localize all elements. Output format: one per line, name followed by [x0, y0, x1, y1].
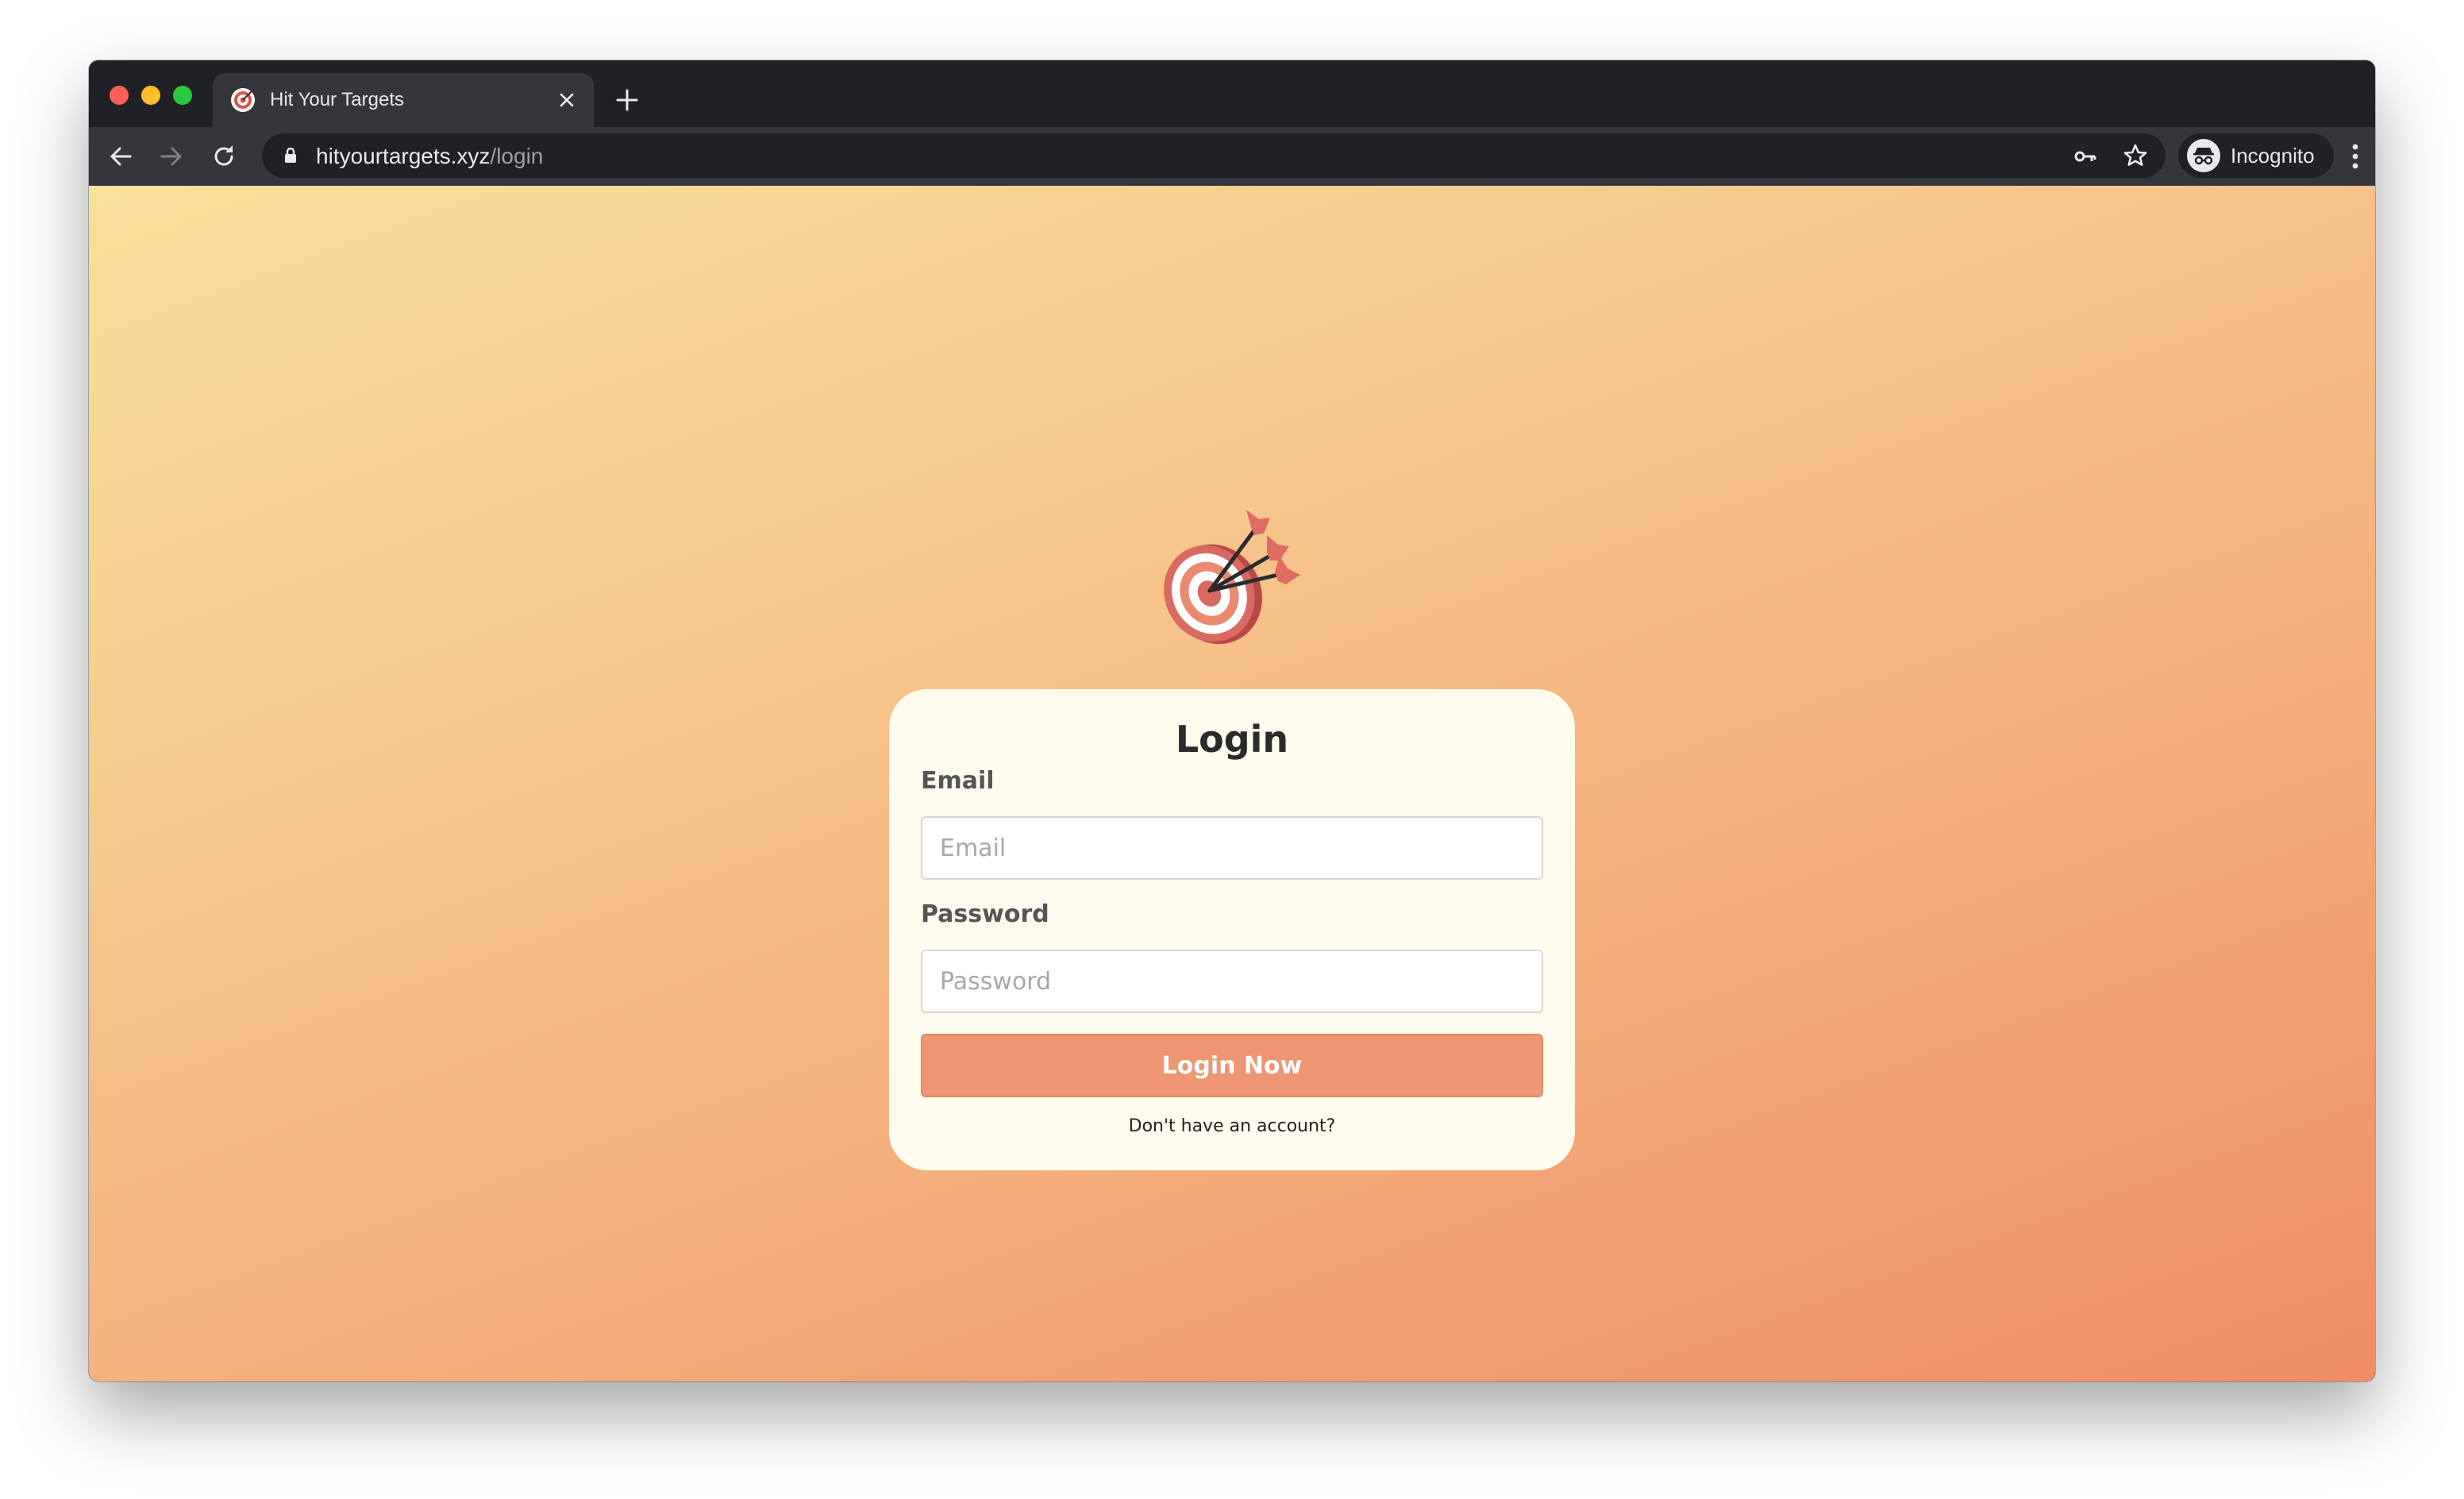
kebab-menu-icon[interactable]: [2350, 141, 2361, 171]
incognito-profile-button[interactable]: Incognito: [2178, 133, 2334, 178]
browser-window: Hit Your Targets hityourtargets.xyz/logi…: [89, 60, 2375, 1381]
star-icon[interactable]: [2121, 141, 2150, 170]
login-card: Login Email Password Login Now Don't hav…: [889, 689, 1575, 1170]
url-text[interactable]: hityourtargets.xyz/login: [316, 145, 543, 168]
tab-active[interactable]: Hit Your Targets: [213, 73, 594, 127]
arrow-right-icon[interactable]: [156, 141, 187, 172]
profile-label: Incognito: [2231, 144, 2315, 168]
target-with-arrows-icon: [1164, 510, 1300, 645]
arrow-left-icon[interactable]: [105, 141, 137, 172]
password-label: Password: [921, 900, 1049, 928]
close-window-button[interactable]: [110, 86, 129, 105]
incognito-icon: [2187, 139, 2220, 172]
url-path: /login: [490, 144, 544, 168]
url-domain: hityourtargets.xyz: [316, 144, 491, 168]
login-button[interactable]: Login Now: [921, 1034, 1543, 1097]
email-label: Email: [921, 767, 995, 795]
browser-toolbar: hityourtargets.xyz/login Incognito: [89, 127, 2375, 186]
maximize-window-button[interactable]: [173, 86, 192, 105]
close-icon[interactable]: [554, 87, 579, 113]
plus-icon[interactable]: [613, 86, 641, 114]
key-icon[interactable]: [2072, 143, 2099, 170]
lock-icon[interactable]: [279, 145, 302, 167]
password-field[interactable]: [921, 950, 1543, 1013]
signup-link[interactable]: Don't have an account?: [889, 1116, 1575, 1136]
tab-strip: Hit Your Targets: [89, 60, 2375, 127]
page-viewport: Login Email Password Login Now Don't hav…: [89, 186, 2375, 1381]
tab-title: Hit Your Targets: [270, 89, 404, 110]
minimize-window-button[interactable]: [141, 86, 160, 105]
reload-icon[interactable]: [208, 141, 240, 172]
target-icon: [231, 88, 255, 112]
email-field[interactable]: [921, 816, 1543, 880]
page-title: Login: [1175, 718, 1289, 761]
address-bar[interactable]: hityourtargets.xyz/login: [262, 133, 2166, 178]
